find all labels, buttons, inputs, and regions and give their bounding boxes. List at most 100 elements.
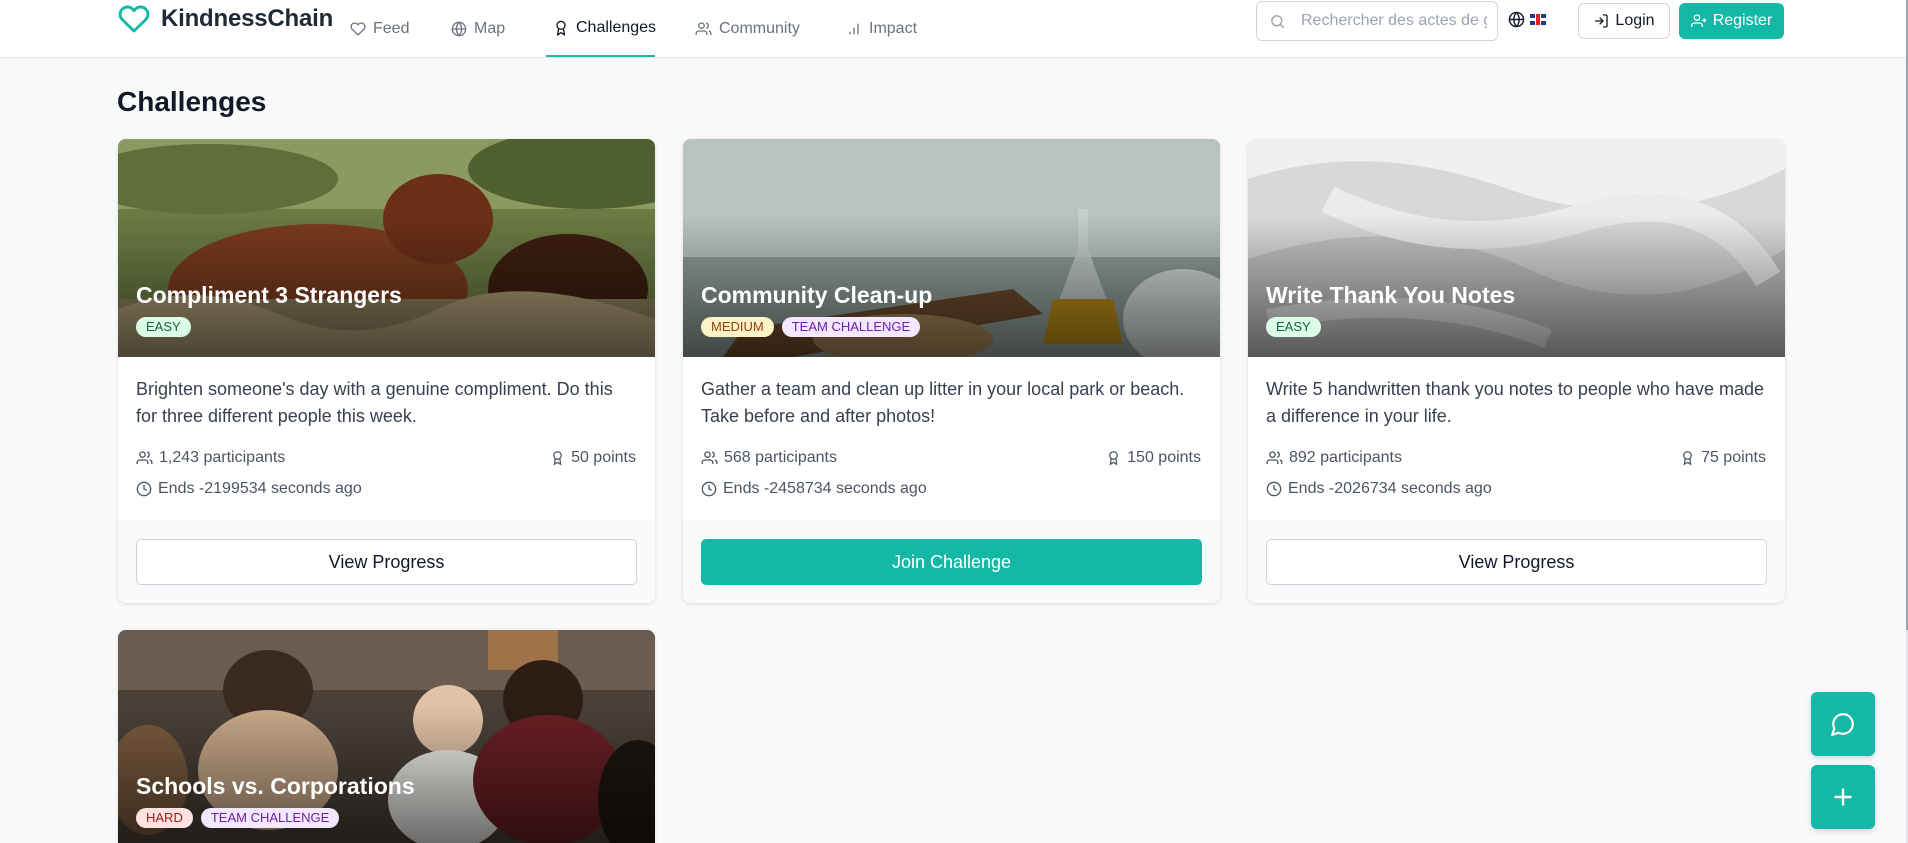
difficulty-badge: MEDIUM — [701, 317, 774, 337]
challenge-description: Write 5 handwritten thank you notes to p… — [1266, 379, 1764, 426]
nav-feed[interactable]: Feed — [350, 0, 409, 57]
challenge-card: Write Thank You Notes EASY Write 5 handw… — [1248, 139, 1785, 603]
search-icon — [1271, 15, 1285, 29]
challenge-image: Write Thank You Notes EASY — [1248, 139, 1785, 357]
challenge-image: Community Clean-up MEDIUM TEAM CHALLENGE — [683, 139, 1220, 357]
nav-map-label: Map — [474, 19, 506, 37]
add-kindness-button[interactable] — [1811, 765, 1875, 829]
register-label: Register — [1712, 12, 1773, 29]
points-value: 50 points — [550, 449, 636, 467]
card-footer: View Progress — [118, 520, 655, 603]
login-icon — [1595, 14, 1609, 28]
difficulty-badge: HARD — [136, 808, 193, 828]
challenge-title: Compliment 3 Strangers — [136, 282, 402, 308]
deadline-label: Ends -2199534 seconds ago — [158, 480, 362, 497]
participants-count: 892 participants — [1266, 449, 1402, 467]
award-icon — [1109, 451, 1119, 466]
deadline-item: Ends -2026734 seconds ago — [1266, 480, 1492, 498]
login-label: Login — [1615, 12, 1655, 29]
difficulty-badge: EASY — [136, 317, 191, 337]
participants-count: 1,243 participants — [136, 449, 285, 467]
challenge-badges: EASY — [1266, 317, 1321, 337]
deadline-item: Ends -2199534 seconds ago — [136, 480, 362, 498]
uk-flag-icon — [1530, 14, 1546, 25]
award-icon — [556, 20, 566, 36]
points-label: 50 points — [571, 449, 636, 466]
challenge-deadline: Ends -2458734 seconds ago — [701, 480, 1201, 498]
challenge-stats: 1,243 participants 50 points — [136, 449, 636, 467]
join-challenge-button[interactable]: Join Challenge — [701, 539, 1202, 585]
search-box — [1256, 1, 1498, 41]
app-name: KindnessChain — [161, 5, 334, 32]
team-challenge-badge: TEAM CHALLENGE — [200, 808, 340, 828]
challenge-deadline: Ends -2026734 seconds ago — [1266, 480, 1766, 498]
points-value: 75 points — [1680, 449, 1766, 467]
participants-label: 892 participants — [1289, 449, 1402, 466]
challenge-badges: MEDIUM TEAM CHALLENGE — [701, 317, 921, 337]
participants-count: 568 participants — [701, 449, 837, 467]
challenge-stats: 892 participants 75 points — [1266, 449, 1766, 467]
challenge-image: Schools vs. Corporations HARD TEAM CHALL… — [118, 630, 655, 843]
top-nav-bar: KindnessChain Feed Map Challenges Commun… — [0, 0, 1908, 58]
deadline-item: Ends -2458734 seconds ago — [701, 480, 927, 498]
bar-chart-icon — [849, 23, 859, 34]
card-footer: View Progress — [1248, 520, 1785, 603]
challenge-description: Gather a team and clean up litter in you… — [701, 379, 1185, 426]
award-icon — [553, 451, 562, 466]
page-title: Challenges — [117, 86, 267, 117]
heart-icon — [350, 21, 366, 36]
difficulty-badge: EASY — [1266, 317, 1321, 337]
clock-icon — [701, 481, 717, 497]
points-value: 150 points — [1106, 449, 1201, 467]
deadline-label: Ends -2458734 seconds ago — [723, 480, 927, 497]
deadline-label: Ends -2026734 seconds ago — [1288, 480, 1492, 497]
users-icon — [136, 451, 153, 464]
card-footer: Join Challenge — [683, 520, 1220, 603]
nav-feed-label: Feed — [373, 19, 410, 37]
user-plus-icon — [1690, 14, 1707, 27]
language-switcher[interactable] — [1508, 11, 1546, 28]
challenge-image: Compliment 3 Strangers EASY — [118, 139, 655, 357]
nav-community-label: Community — [719, 19, 800, 37]
users-icon — [701, 451, 718, 464]
login-button[interactable]: Login — [1578, 3, 1670, 39]
globe-icon — [451, 21, 467, 36]
app-logo[interactable]: KindnessChain — [117, 3, 333, 35]
chat-button[interactable] — [1811, 692, 1875, 756]
points-label: 150 points — [1127, 449, 1201, 466]
view-progress-button[interactable]: View Progress — [1266, 539, 1767, 585]
challenge-badges: EASY — [136, 317, 191, 337]
clock-icon — [1266, 481, 1282, 497]
points-label: 75 points — [1701, 449, 1766, 466]
clock-icon — [136, 481, 152, 497]
plus-icon — [1834, 788, 1852, 806]
challenge-card: Community Clean-up MEDIUM TEAM CHALLENGE… — [683, 139, 1220, 603]
challenge-card: Schools vs. Corporations HARD TEAM CHALL… — [118, 630, 655, 843]
chat-bubble-icon — [1831, 713, 1854, 736]
challenge-stats: 568 participants 150 points — [701, 449, 1201, 467]
participants-label: 568 participants — [724, 449, 837, 466]
challenge-badges: HARD TEAM CHALLENGE — [136, 808, 340, 828]
search-input[interactable] — [1301, 10, 1487, 32]
nav-map[interactable]: Map — [451, 0, 505, 57]
nav-community[interactable]: Community — [695, 0, 800, 57]
challenge-description: Brighten someone's day with a genuine co… — [136, 379, 613, 426]
users-icon — [1266, 451, 1283, 464]
globe-icon — [1508, 11, 1525, 28]
challenge-title: Write Thank You Notes — [1266, 282, 1516, 308]
challenge-deadline: Ends -2199534 seconds ago — [136, 480, 636, 498]
view-progress-button[interactable]: View Progress — [136, 539, 637, 585]
participants-label: 1,243 participants — [159, 449, 286, 466]
award-icon — [1683, 451, 1692, 466]
nav-impact[interactable]: Impact — [846, 0, 917, 57]
users-icon — [695, 21, 712, 35]
challenge-title: Schools vs. Corporations — [136, 773, 415, 799]
heart-logo-icon — [118, 5, 150, 33]
team-challenge-badge: TEAM CHALLENGE — [781, 317, 921, 337]
register-button[interactable]: Register — [1679, 3, 1784, 39]
nav-challenges-label: Challenges — [576, 18, 657, 36]
challenge-title: Community Clean-up — [701, 282, 933, 308]
nav-challenges[interactable]: Challenges — [546, 0, 657, 57]
nav-impact-label: Impact — [869, 19, 918, 37]
challenge-card: Compliment 3 Strangers EASY Brighten som… — [118, 139, 655, 603]
